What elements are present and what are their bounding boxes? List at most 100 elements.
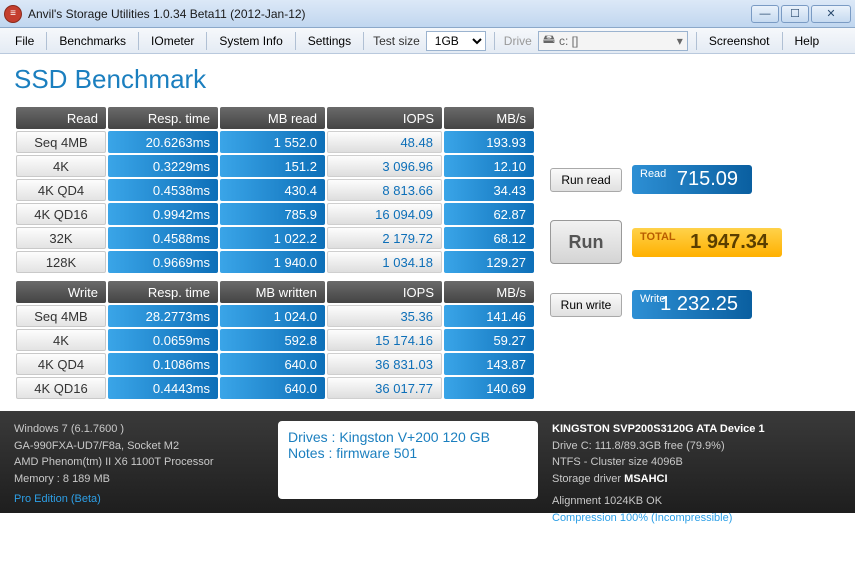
capacity-info: Drive C: 111.8/89.3GB free (79.9%) <box>552 438 841 455</box>
row-label: 4K QD4 <box>16 179 106 201</box>
run-button[interactable]: Run <box>550 220 622 264</box>
table-row: 128K0.9669ms1 940.01 034.18129.27 <box>16 251 534 273</box>
page-title: SSD Benchmark <box>14 64 841 95</box>
minimize-button[interactable]: — <box>751 5 779 23</box>
mb-cell: 430.4 <box>220 179 325 201</box>
iops-cell: 48.48 <box>327 131 442 153</box>
maximize-button[interactable]: ☐ <box>781 5 809 23</box>
mobo-info: GA-990FXA-UD7/F8a, Socket M2 <box>14 438 264 455</box>
mbs-cell: 141.46 <box>444 305 534 327</box>
iops-cell: 3 096.96 <box>327 155 442 177</box>
test-size-select[interactable]: 1GB <box>426 31 486 51</box>
mbs-cell: 140.69 <box>444 377 534 399</box>
row-label: 4K QD16 <box>16 203 106 225</box>
menu-file[interactable]: File <box>6 30 43 52</box>
menu-benchmarks[interactable]: Benchmarks <box>50 30 135 52</box>
driver-name: MSAHCI <box>624 473 667 485</box>
menu-help[interactable]: Help <box>786 30 829 52</box>
mb-cell: 1 024.0 <box>220 305 325 327</box>
resp-time-cell: 0.4588ms <box>108 227 218 249</box>
mb-cell: 1 940.0 <box>220 251 325 273</box>
driver-label: Storage driver <box>552 473 624 485</box>
row-label: 128K <box>16 251 106 273</box>
fs-info: NTFS - Cluster size 4096B <box>552 454 841 471</box>
mbs-cell: 68.12 <box>444 227 534 249</box>
mbs-cell: 129.27 <box>444 251 534 273</box>
resp-time-cell: 0.4538ms <box>108 179 218 201</box>
alignment-info: Alignment 1024KB OK <box>552 493 841 510</box>
mb-cell: 785.9 <box>220 203 325 225</box>
mem-info: Memory : 8 189 MB <box>14 471 264 488</box>
table-row: 4K0.3229ms151.23 096.9612.10 <box>16 155 534 177</box>
run-write-button[interactable]: Run write <box>550 293 622 317</box>
table-row: 4K QD160.9942ms785.916 094.0962.87 <box>16 203 534 225</box>
mbs-cell: 62.87 <box>444 203 534 225</box>
menu-screenshot[interactable]: Screenshot <box>700 30 779 52</box>
device-name: KINGSTON SVP200S3120G ATA Device 1 <box>552 423 765 435</box>
edition-link[interactable]: Pro Edition (Beta) <box>14 491 264 508</box>
window-title: Anvil's Storage Utilities 1.0.34 Beta11 … <box>28 7 751 21</box>
drive-select[interactable]: 🖴 c: []▾ <box>538 31 688 51</box>
mbs-cell: 193.93 <box>444 131 534 153</box>
mb-cell: 1 552.0 <box>220 131 325 153</box>
mbs-cell: 143.87 <box>444 353 534 375</box>
app-icon: ≡ <box>4 5 22 23</box>
iops-cell: 2 179.72 <box>327 227 442 249</box>
resp-time-cell: 20.6263ms <box>108 131 218 153</box>
row-label: Seq 4MB <box>16 131 106 153</box>
mb-cell: 640.0 <box>220 377 325 399</box>
mb-written-header: MB written <box>220 281 325 303</box>
mb-cell: 640.0 <box>220 353 325 375</box>
menu-system-info[interactable]: System Info <box>210 30 291 52</box>
iops-cell: 36 831.03 <box>327 353 442 375</box>
table-row: 4K QD160.4443ms640.036 017.77140.69 <box>16 377 534 399</box>
table-row: Seq 4MB20.6263ms1 552.048.48193.93 <box>16 131 534 153</box>
footer: Windows 7 (6.1.7600 ) GA-990FXA-UD7/F8a,… <box>0 411 855 513</box>
window-titlebar: ≡ Anvil's Storage Utilities 1.0.34 Beta1… <box>0 0 855 28</box>
row-label: Seq 4MB <box>16 305 106 327</box>
total-score: TOTAL 1 947.34 <box>632 228 782 257</box>
menu-iometer[interactable]: IOmeter <box>142 30 203 52</box>
mbs-cell: 59.27 <box>444 329 534 351</box>
write-header: Write <box>16 281 106 303</box>
compression-link[interactable]: Compression 100% (Incompressible) <box>552 510 841 527</box>
iops-cell: 35.36 <box>327 305 442 327</box>
notes-line: Notes : firmware 501 <box>288 445 528 461</box>
close-button[interactable]: ✕ <box>811 5 851 23</box>
resp-time-cell: 0.3229ms <box>108 155 218 177</box>
iops-cell: 36 017.77 <box>327 377 442 399</box>
table-row: Seq 4MB28.2773ms1 024.035.36141.46 <box>16 305 534 327</box>
iops-cell: 1 034.18 <box>327 251 442 273</box>
iops-cell: 16 094.09 <box>327 203 442 225</box>
write-table: Write Resp. time MB written IOPS MB/s Se… <box>14 279 536 401</box>
read-table: Read Resp. time MB read IOPS MB/s Seq 4M… <box>14 105 536 275</box>
write-score: Write 1 232.25 <box>632 290 752 319</box>
resp-time-cell: 0.0659ms <box>108 329 218 351</box>
notes-box: Drives : Kingston V+200 120 GB Notes : f… <box>278 421 538 499</box>
resp-time-cell: 28.2773ms <box>108 305 218 327</box>
drives-note: Drives : Kingston V+200 120 GB <box>288 429 528 445</box>
run-read-button[interactable]: Run read <box>550 168 622 192</box>
cpu-info: AMD Phenom(tm) II X6 1100T Processor <box>14 454 264 471</box>
resp-time-cell: 0.4443ms <box>108 377 218 399</box>
iops-cell: 15 174.16 <box>327 329 442 351</box>
resp-header: Resp. time <box>108 107 218 129</box>
resp-time-cell: 0.9669ms <box>108 251 218 273</box>
resp-time-cell: 0.9942ms <box>108 203 218 225</box>
read-header: Read <box>16 107 106 129</box>
row-label: 4K <box>16 155 106 177</box>
os-info: Windows 7 (6.1.7600 ) <box>14 421 264 438</box>
mb-cell: 151.2 <box>220 155 325 177</box>
resp-header: Resp. time <box>108 281 218 303</box>
mb-cell: 1 022.2 <box>220 227 325 249</box>
row-label: 4K QD4 <box>16 353 106 375</box>
menu-settings[interactable]: Settings <box>299 30 360 52</box>
table-row: 4K QD40.1086ms640.036 831.03143.87 <box>16 353 534 375</box>
resp-time-cell: 0.1086ms <box>108 353 218 375</box>
mb-cell: 592.8 <box>220 329 325 351</box>
mbs-cell: 34.43 <box>444 179 534 201</box>
row-label: 4K <box>16 329 106 351</box>
mb-read-header: MB read <box>220 107 325 129</box>
table-row: 4K QD40.4538ms430.48 813.6634.43 <box>16 179 534 201</box>
row-label: 4K QD16 <box>16 377 106 399</box>
